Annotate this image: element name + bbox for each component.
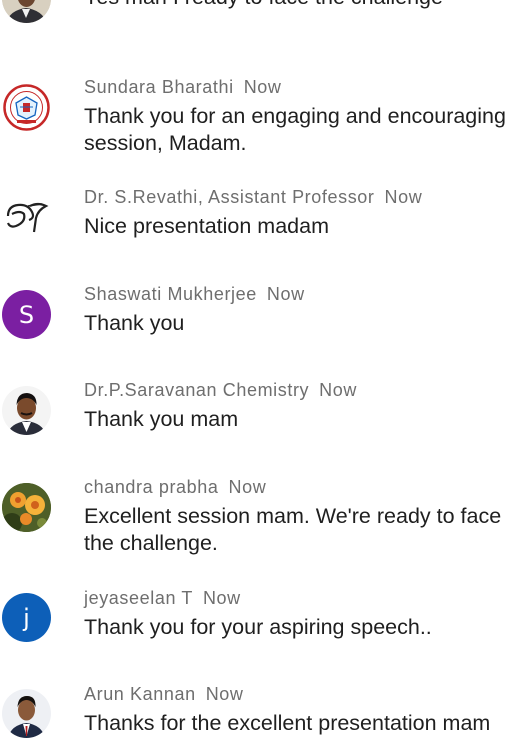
message-meta: Dr.P.Saravanan Chemistry Now bbox=[84, 380, 357, 401]
signature-logo-avatar[interactable] bbox=[2, 192, 51, 241]
message-meta: Sundara Bharathi Now bbox=[84, 77, 282, 98]
author-name[interactable]: Sundara Bharathi bbox=[84, 77, 234, 97]
message-text: Thank you for your aspiring speech.. bbox=[84, 615, 432, 639]
chat-message-list: Yes man I ready to face the challenge Su… bbox=[0, 0, 520, 742]
author-name[interactable]: Shaswati Mukherjee bbox=[84, 284, 257, 304]
message-meta: chandra prabha Now bbox=[84, 477, 266, 498]
message-meta: Shaswati Mukherjee Now bbox=[84, 284, 305, 305]
letter-avatar[interactable]: S bbox=[2, 290, 51, 339]
man-portrait-avatar[interactable] bbox=[2, 0, 51, 23]
message-time: Now bbox=[243, 77, 282, 97]
message-text: Thank you for an engaging and encouragin… bbox=[84, 104, 506, 155]
message-time: Now bbox=[205, 684, 244, 704]
message-time: Now bbox=[202, 588, 241, 608]
message-text: Thanks for the excellent presentation ma… bbox=[84, 711, 491, 735]
flowers-photo-avatar[interactable] bbox=[2, 483, 51, 532]
letter-avatar[interactable]: j bbox=[2, 593, 51, 642]
message-time: Now bbox=[266, 284, 305, 304]
message-meta: jeyaseelan T Now bbox=[84, 588, 241, 609]
message-text: Thank you mam bbox=[84, 407, 239, 431]
avatar-letter: j bbox=[23, 603, 30, 632]
message-time: Now bbox=[319, 380, 357, 400]
man-portrait-avatar[interactable] bbox=[2, 689, 51, 738]
message-time: Now bbox=[228, 477, 267, 497]
man-portrait-avatar[interactable] bbox=[2, 386, 51, 435]
message-text: Thank you bbox=[84, 311, 185, 335]
author-name[interactable]: Dr.P.Saravanan Chemistry bbox=[84, 380, 309, 400]
message-time: Now bbox=[384, 187, 423, 207]
college-emblem-avatar[interactable] bbox=[2, 83, 51, 132]
author-name[interactable]: Arun Kannan bbox=[84, 684, 196, 704]
message-text: Nice presentation madam bbox=[84, 214, 329, 238]
author-name[interactable]: jeyaseelan T bbox=[84, 588, 193, 608]
message-text: Yes man I ready to face the challenge bbox=[84, 0, 520, 11]
author-name[interactable]: Dr. S.Revathi, Assistant Professor bbox=[84, 187, 375, 207]
message-text: Excellent session mam. We're ready to fa… bbox=[84, 504, 502, 555]
message-meta: Arun Kannan Now bbox=[84, 684, 244, 705]
author-name[interactable]: chandra prabha bbox=[84, 477, 219, 497]
message-meta: Dr. S.Revathi, Assistant Professor Now bbox=[84, 187, 422, 208]
avatar-letter: S bbox=[18, 300, 35, 329]
